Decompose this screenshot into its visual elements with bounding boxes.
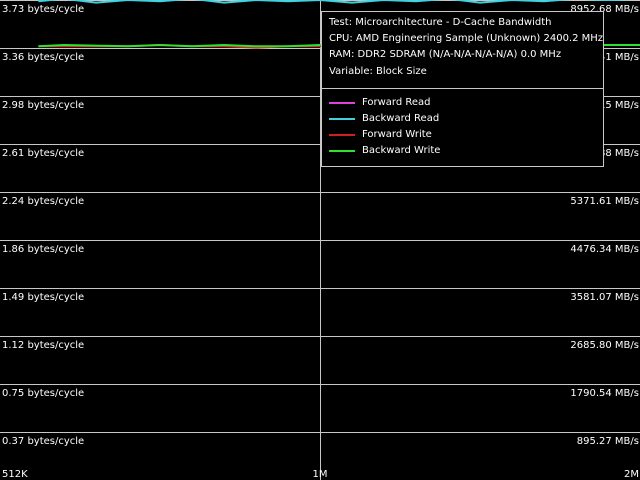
legend-swatch-forward-write <box>329 134 355 136</box>
y-axis-left-tick-label: 3.36 bytes/cycle <box>2 52 84 63</box>
y-axis-left-tick-label: 1.86 bytes/cycle <box>2 244 84 255</box>
variable-info: Variable: Block Size <box>329 66 427 77</box>
y-axis-right-tick-label: 3581.07 MB/s <box>570 292 639 303</box>
y-axis-left-tick-label: 1.12 bytes/cycle <box>2 340 84 351</box>
test-info: Test: Microarchitecture - D-Cache Bandwi… <box>329 17 552 28</box>
y-axis-left-tick-label: 2.61 bytes/cycle <box>2 148 84 159</box>
legend-label-forward-read: Forward Read <box>362 97 431 108</box>
legend-divider <box>322 88 603 89</box>
legend-label-backward-write: Backward Write <box>362 145 441 156</box>
y-axis-right-tick-label: 5371.61 MB/s <box>570 196 639 207</box>
x-axis-tick-label: 2M <box>624 469 639 480</box>
x-axis-tick-label: 512K <box>2 469 28 480</box>
y-axis-left-tick-label: 3.73 bytes/cycle <box>2 4 84 15</box>
y-axis-right-tick-label: 1790.54 MB/s <box>570 388 639 399</box>
y-axis-right-tick-label: 2685.80 MB/s <box>570 340 639 351</box>
y-axis-left-tick-label: 1.49 bytes/cycle <box>2 292 84 303</box>
cpu-info: CPU: AMD Engineering Sample (Unknown) 24… <box>329 33 604 44</box>
legend-swatch-backward-read <box>329 118 355 120</box>
y-axis-left-tick-label: 0.75 bytes/cycle <box>2 388 84 399</box>
ram-info: RAM: DDR2 SDRAM (N/A-N/A-N/A-N/A) 0.0 MH… <box>329 49 562 60</box>
legend-swatch-forward-read <box>329 102 355 104</box>
y-axis-left-tick-label: 0.37 bytes/cycle <box>2 436 84 447</box>
legend-box: Test: Microarchitecture - D-Cache Bandwi… <box>321 11 604 167</box>
y-axis-right-tick-label: 4476.34 MB/s <box>570 244 639 255</box>
y-axis-left-tick-label: 2.98 bytes/cycle <box>2 100 84 111</box>
y-axis-right-tick-label: 895.27 MB/s <box>577 436 639 447</box>
legend-swatch-backward-write <box>329 150 355 152</box>
y-axis-left-tick-label: 2.24 bytes/cycle <box>2 196 84 207</box>
legend-label-backward-read: Backward Read <box>362 113 440 124</box>
legend-label-forward-write: Forward Write <box>362 129 432 140</box>
x-axis-tick-label: 1M <box>313 469 328 480</box>
